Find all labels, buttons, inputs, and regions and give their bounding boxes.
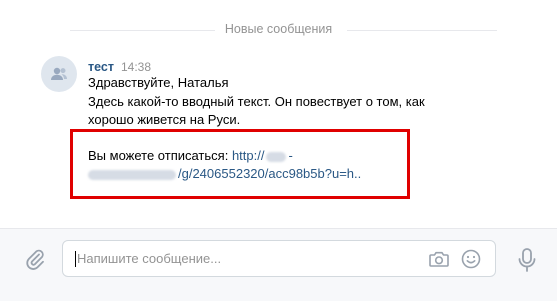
message-body-line-1: Здесь какой-то вводный текст. Он повеств… — [88, 94, 425, 109]
highlight-box — [70, 129, 410, 199]
camera-button[interactable] — [427, 247, 451, 271]
message-body-line-2: хорошо живется на Руси. — [88, 112, 241, 127]
voice-message-button[interactable] — [512, 243, 542, 277]
text-caret — [75, 251, 76, 267]
divider-line-right — [347, 30, 497, 31]
message-input-wrapper[interactable] — [62, 240, 496, 277]
message-header: тест 14:38 — [88, 59, 151, 75]
camera-icon — [429, 251, 449, 267]
group-icon — [51, 67, 67, 80]
message-greeting: Здравствуйте, Наталья — [88, 75, 229, 90]
message-composer — [0, 228, 557, 301]
emoji-button[interactable] — [459, 247, 483, 271]
attach-button[interactable] — [18, 243, 52, 277]
message-input[interactable] — [77, 241, 417, 276]
smile-icon — [461, 249, 481, 269]
divider-label: Новые сообщения — [224, 22, 333, 36]
avatar[interactable] — [41, 56, 77, 92]
microphone-icon — [518, 248, 536, 272]
paperclip-icon — [26, 249, 44, 270]
message-time[interactable]: 14:38 — [121, 60, 151, 74]
new-messages-divider: Новые сообщения — [0, 18, 557, 42]
message-author[interactable]: тест — [88, 60, 114, 74]
